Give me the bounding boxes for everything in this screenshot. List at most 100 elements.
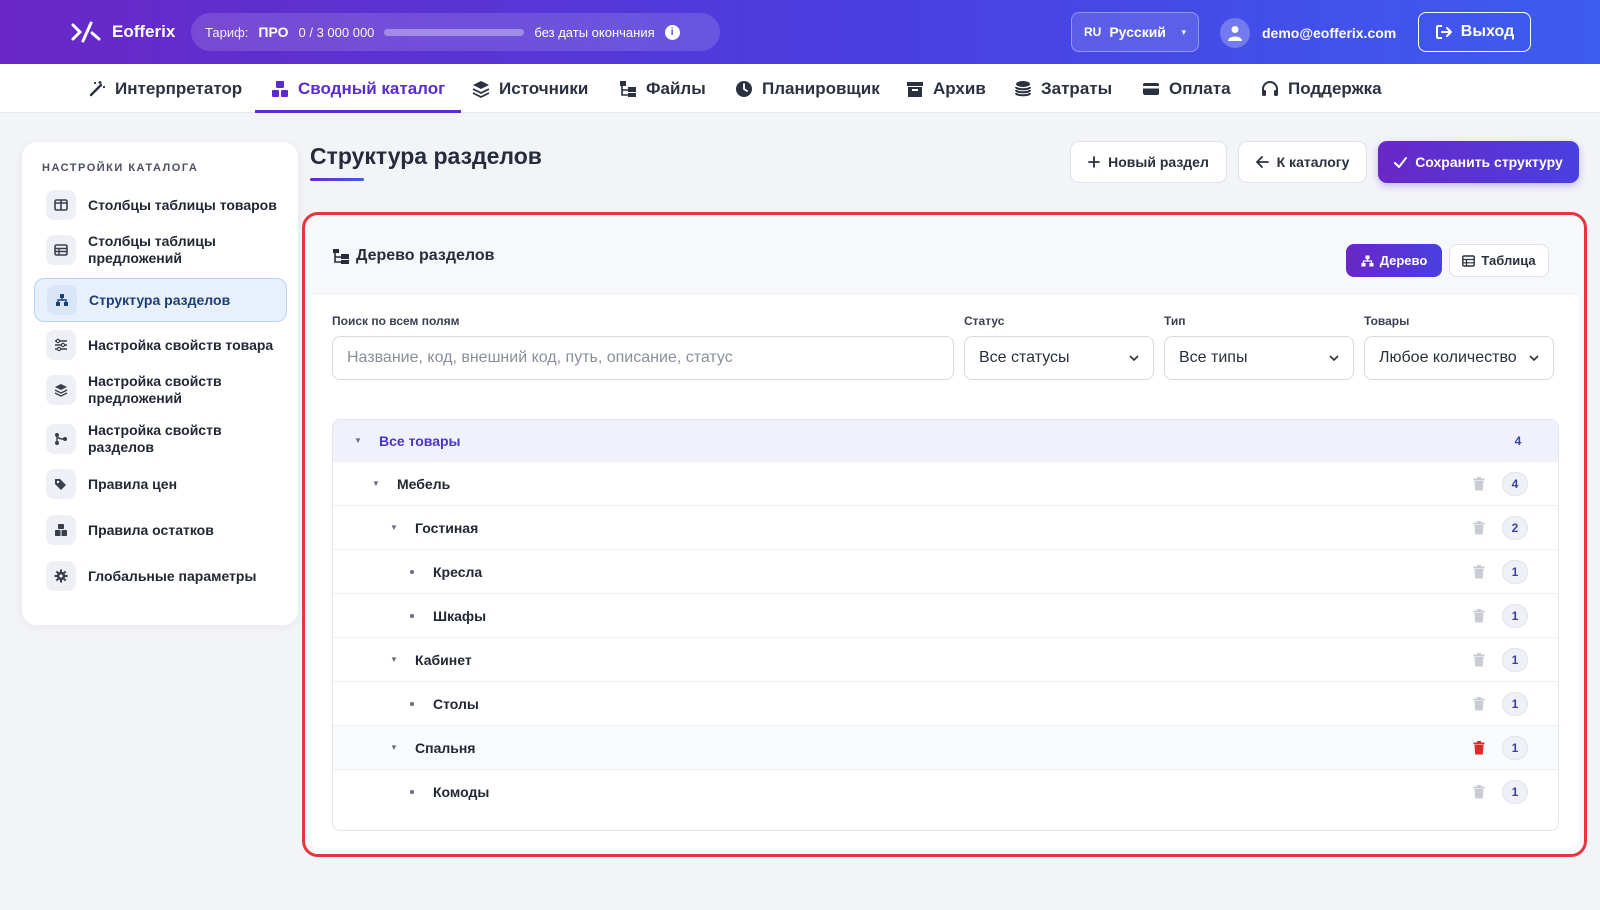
section-tree-panel: Дерево разделов Дерево Таблица Поиск по … <box>302 212 1587 857</box>
product-count-badge: 2 <box>1502 515 1528 540</box>
sidebar-item-section-properties[interactable]: Настройка свойств разделов <box>34 419 287 459</box>
user-avatar-icon <box>1220 18 1250 48</box>
language-code: RU <box>1084 25 1102 39</box>
sidebar-item-product-columns[interactable]: Столбцы таблицы товаров <box>34 188 287 222</box>
sitemap-icon <box>1361 255 1374 266</box>
tariff-widget: Тариф: ПРО 0 / 3 000 000 без даты оконча… <box>191 13 720 51</box>
sidebar-item-label: Правила остатков <box>88 521 214 538</box>
product-count-badge: 4 <box>1514 433 1522 448</box>
tags-icon <box>46 469 76 499</box>
goods-select[interactable]: Любое количество <box>1364 336 1554 380</box>
nav-item-sources[interactable]: Источники <box>472 64 588 113</box>
trash-icon[interactable] <box>1473 608 1485 623</box>
clock-icon <box>736 80 752 97</box>
boxes-icon <box>46 515 76 545</box>
credit-card-icon <box>1143 82 1159 95</box>
view-tree-label: Дерево <box>1379 253 1428 268</box>
tree-row[interactable]: Комоды 1 <box>333 770 1558 814</box>
status-select[interactable]: Все статусы <box>964 336 1154 380</box>
branch-icon <box>46 424 76 454</box>
nav-item-scheduler[interactable]: Планировщик <box>735 64 880 113</box>
tree-row[interactable]: ▼ Кабинет 1 <box>333 638 1558 682</box>
sidebar-item-price-rules[interactable]: Правила цен <box>34 467 287 501</box>
tree-row-name: Кресла <box>433 563 483 580</box>
tree-row[interactable]: ▼ Мебель 4 <box>333 462 1558 506</box>
check-icon <box>1394 156 1408 168</box>
tree-row-name: Спальня <box>415 739 476 756</box>
trash-icon[interactable] <box>1473 564 1485 579</box>
tree-row[interactable]: Кресла 1 <box>333 550 1558 594</box>
caret-down-icon[interactable]: ▼ <box>390 655 398 664</box>
user-menu[interactable]: demo@eofferix.com <box>1220 18 1396 48</box>
tree-row[interactable]: Столы 1 <box>333 682 1558 726</box>
sidebar-item-global-params[interactable]: Глобальные параметры <box>34 559 287 593</box>
info-icon[interactable]: i <box>664 24 680 40</box>
sidebar-item-label: Настройка свойств предложений <box>88 373 222 406</box>
brand-name: Eofferix <box>112 22 176 41</box>
view-table-button[interactable]: Таблица <box>1449 244 1549 277</box>
product-count-badge: 1 <box>1502 735 1528 760</box>
product-count-badge: 1 <box>1502 780 1528 804</box>
tree-row[interactable]: ▼ Гостиная 2 <box>333 506 1558 550</box>
view-table-label: Таблица <box>1481 253 1536 268</box>
product-count-badge: 1 <box>1502 691 1528 716</box>
caret-down-icon[interactable]: ▼ <box>390 523 398 532</box>
trash-icon[interactable] <box>1473 520 1485 535</box>
sidebar-item-offer-properties[interactable]: Настройка свойств предложений <box>34 370 287 410</box>
sidebar-item-label: Глобальные параметры <box>88 567 257 584</box>
tree-row-root[interactable]: ▼ Все товары 4 <box>333 420 1558 462</box>
trash-icon[interactable] <box>1473 696 1485 711</box>
logout-button[interactable]: Выход <box>1418 12 1531 52</box>
caret-down-icon[interactable]: ▼ <box>354 436 362 445</box>
panel-title: Дерево разделов <box>332 247 494 265</box>
caret-down-icon[interactable]: ▼ <box>390 743 398 752</box>
folder-tree-icon <box>620 80 636 97</box>
panel-header: Дерево разделов Дерево Таблица <box>311 221 1578 294</box>
caret-down-icon[interactable]: ▼ <box>372 479 380 488</box>
nav-item-interpreter[interactable]: Интерпретатор <box>88 64 242 113</box>
nav-label: Интерпретатор <box>115 78 243 98</box>
tree-row[interactable]: Шкафы 1 <box>333 594 1558 638</box>
trash-icon[interactable] <box>1473 476 1485 491</box>
search-input[interactable]: Название, код, внешний код, путь, описан… <box>332 336 954 380</box>
title-underline <box>310 178 364 181</box>
sidebar-item-label: Столбцы таблицы товаров <box>88 196 277 213</box>
nav-item-catalog[interactable]: Сводный каталог <box>254 64 462 113</box>
tree-row-hovered[interactable]: ▼ Спальня 1 <box>333 726 1558 770</box>
nav-item-costs[interactable]: Затраты <box>1014 64 1112 113</box>
save-structure-button[interactable]: Сохранить структуру <box>1378 141 1579 183</box>
view-tree-button[interactable]: Дерево <box>1346 244 1442 277</box>
main-nav: Интерпретатор Сводный каталог Источники … <box>0 64 1600 113</box>
back-to-catalog-button[interactable]: К каталогу <box>1238 141 1367 183</box>
sidebar-item-offer-columns[interactable]: Столбцы таблицы предложений <box>34 230 287 270</box>
sliders-icon <box>46 330 76 360</box>
save-structure-label: Сохранить структуру <box>1415 154 1563 170</box>
sitemap-icon <box>47 285 77 315</box>
layers-icon <box>472 80 490 98</box>
nav-item-payment[interactable]: Оплата <box>1142 64 1231 113</box>
nav-label: Сводный каталог <box>298 78 446 98</box>
nav-label: Планировщик <box>762 78 880 98</box>
sidebar-item-product-properties[interactable]: Настройка свойств товара <box>34 328 287 362</box>
trash-icon[interactable] <box>1473 652 1485 667</box>
trash-icon[interactable] <box>1473 785 1485 799</box>
type-select[interactable]: Все типы <box>1164 336 1354 380</box>
plus-icon <box>1088 156 1101 168</box>
language-selector[interactable]: RU Русский ▾ <box>1071 12 1199 52</box>
brand-logo[interactable]: Eofferix <box>70 19 175 45</box>
nav-item-files[interactable]: Файлы <box>619 64 706 113</box>
sidebar-item-stock-rules[interactable]: Правила остатков <box>34 513 287 547</box>
nav-item-support[interactable]: Поддержка <box>1261 64 1382 113</box>
nav-item-archive[interactable]: Архив <box>906 64 986 113</box>
nav-label: Оплата <box>1169 78 1231 98</box>
tree-row-name: Столы <box>433 695 479 712</box>
sidebar-item-label: Столбцы таблицы предложений <box>88 233 216 266</box>
type-value: Все типы <box>1179 349 1248 366</box>
sidebar-item-section-structure[interactable]: Структура разделов <box>34 278 287 322</box>
trash-icon[interactable] <box>1473 740 1485 755</box>
status-label: Статус <box>964 314 1005 328</box>
product-count-badge: 1 <box>1502 647 1528 672</box>
new-section-label: Новый раздел <box>1108 154 1209 170</box>
new-section-button[interactable]: Новый раздел <box>1070 141 1227 183</box>
columns-icon <box>46 190 76 220</box>
